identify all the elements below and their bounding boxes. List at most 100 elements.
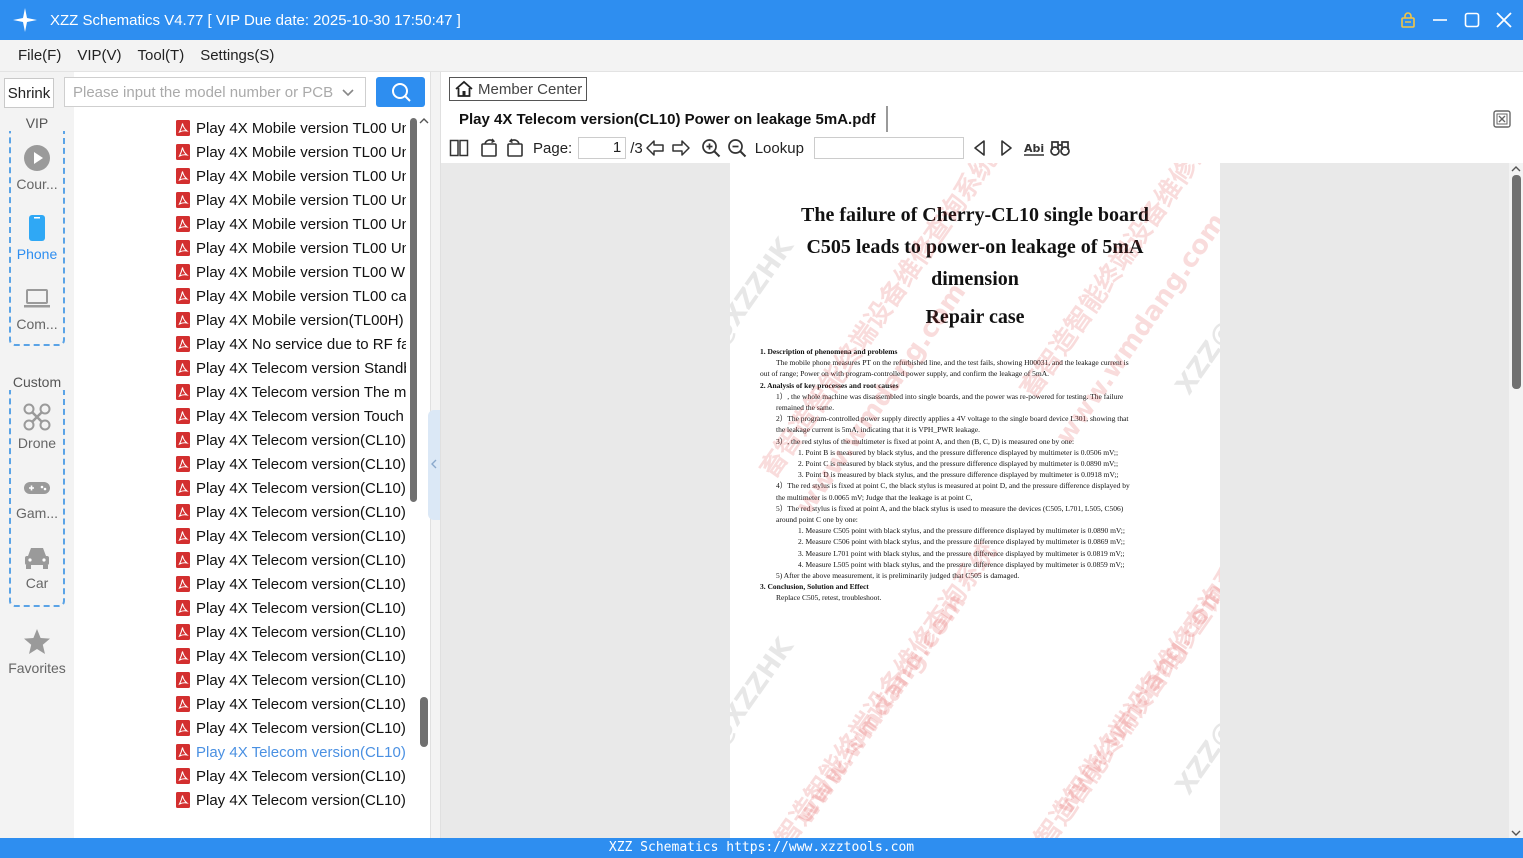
scroll-up-arrow-icon[interactable] [1510, 164, 1522, 174]
pdf-file-icon [176, 456, 190, 472]
file-list-item[interactable]: Play 4X Mobile version(TL00H) I [176, 308, 406, 332]
menu-settings[interactable]: Settings(S) [200, 47, 274, 64]
close-tab-icon[interactable] [1493, 110, 1511, 128]
nav-favorites[interactable]: Favorites [0, 628, 74, 676]
pdf-file-icon [176, 552, 190, 568]
menu-file[interactable]: File(F) [18, 47, 61, 64]
previous-page-arrow-icon[interactable] [645, 138, 665, 158]
page-number-input[interactable]: 1 [578, 137, 627, 159]
file-list-item[interactable]: Play 4X Telecom version Touch [176, 404, 406, 428]
member-center-button[interactable]: Member Center [449, 77, 587, 101]
binoculars-icon[interactable] [1050, 138, 1070, 158]
minimize-button[interactable] [1431, 11, 1449, 29]
lookup-input[interactable] [813, 137, 964, 159]
file-list-item[interactable]: Play 4X Telecom version(CL10) I [176, 644, 406, 668]
file-list-item[interactable]: Play 4X Mobile version TL00 Un [176, 188, 406, 212]
file-list-item[interactable]: Play 4X Telecom version(CL10) ( [176, 452, 406, 476]
file-list-item[interactable]: Play 4X Telecom version(CL10) I [176, 620, 406, 644]
zoom-in-icon[interactable] [701, 138, 721, 158]
file-list-item[interactable]: Play 4X Telecom version(CL10) S [176, 764, 406, 788]
pdf-file-icon [176, 744, 190, 760]
collapse-handle[interactable] [428, 410, 440, 520]
file-list-item[interactable]: Play 4X Telecom version(CL10) ( [176, 476, 406, 500]
gamepad-icon [24, 482, 50, 494]
lock-icon[interactable] [1399, 11, 1417, 29]
pdf-file-icon [176, 600, 190, 616]
zoom-out-icon[interactable] [727, 138, 747, 158]
match-case-icon[interactable]: Abi [1023, 138, 1044, 158]
pdf-file-icon [176, 768, 190, 784]
file-list-item[interactable]: Play 4X Mobile version TL00 Un [176, 212, 406, 236]
custom-group-label: Custom [0, 374, 74, 390]
file-list-item[interactable]: Play 4X Telecom version The ma [176, 380, 406, 404]
file-list-item[interactable]: Play 4X Mobile version TL00 Un [176, 164, 406, 188]
doc-text-line: the leakage current is 5mA, indicating t… [776, 425, 980, 435]
menu-tool[interactable]: Tool(T) [138, 47, 185, 64]
document-tab[interactable]: Play 4X Telecom version(CL10) Power on l… [449, 106, 888, 132]
doc-text-line: around point C one by one: [776, 515, 858, 525]
pdf-page: The failure of Cherry-CL10 single board … [730, 163, 1220, 838]
file-list-item[interactable]: Play 4X Telecom version(CL10) I [176, 668, 406, 692]
file-list-item[interactable]: Play 4X Telecom version(CL10) I [176, 692, 406, 716]
pdf-file-icon [176, 168, 190, 184]
file-list-item[interactable]: Play 4X Mobile version TL00 Un [176, 116, 406, 140]
file-list-item[interactable]: Play 4X Telecom version(CL10) I [176, 428, 406, 452]
file-list: Play 4X Mobile version TL00 Un Play 4X Mo… [74, 112, 430, 838]
maximize-button[interactable] [1463, 11, 1481, 29]
file-list-scrollbar[interactable] [410, 118, 417, 502]
pdf-file-icon [176, 528, 190, 544]
file-list-item[interactable]: Play 4X Telecom version(CL10) I [176, 716, 406, 740]
scroll-down-arrow-icon[interactable] [1510, 828, 1522, 838]
file-list-item[interactable]: Play 4X Mobile version TL00 Un [176, 236, 406, 260]
close-button[interactable] [1495, 11, 1513, 29]
file-list-item[interactable]: Play 4X Mobile version TL00 car [176, 284, 406, 308]
rotate-left-icon[interactable] [479, 138, 499, 158]
pdf-toolbar: Page: 1 /3 Lookup Abi [441, 134, 1523, 162]
pdf-file-icon [176, 192, 190, 208]
nav-phone[interactable]: Phone [0, 214, 74, 262]
pdf-file-icon [176, 672, 190, 688]
find-next-icon[interactable] [996, 138, 1016, 158]
nav-courses[interactable]: Cour... [0, 144, 74, 192]
file-list-item[interactable]: Play 4X Telecom version Standb [176, 356, 406, 380]
file-list-item[interactable]: Play 4X Telecom version(CL10) I [176, 572, 406, 596]
pdf-file-icon [176, 264, 190, 280]
pdf-file-icon [176, 504, 190, 520]
file-list-item[interactable]: Play 4X Telecom version(CL10) T [176, 788, 406, 812]
file-list-item[interactable]: Play 4X Telecom version(CL10) I [176, 548, 406, 572]
watermark-text: XZZ@XZZHK [730, 632, 800, 801]
nav-computer[interactable]: Com... [0, 284, 74, 332]
file-list-item[interactable]: Play 4X Telecom version(CL10) S [176, 740, 406, 764]
two-page-view-icon[interactable] [449, 138, 469, 158]
pdf-file-icon [176, 648, 190, 664]
search-button[interactable] [376, 77, 425, 107]
file-list-item[interactable]: Play 4X No service due to RF fai [176, 332, 406, 356]
file-list-item[interactable]: Play 4X Mobile version TL00 Un [176, 140, 406, 164]
nav-game[interactable]: Gam... [0, 473, 74, 521]
pdf-viewer[interactable]: The failure of Cherry-CL10 single board … [441, 163, 1509, 838]
pdf-scrollbar-thumb[interactable] [1512, 175, 1521, 389]
page-label: Page: [533, 139, 573, 157]
shrink-button[interactable]: Shrink [4, 78, 54, 108]
nav-car[interactable]: Car [0, 543, 74, 591]
file-list-item[interactable]: Play 4X Telecom version(CL10) I [176, 524, 406, 548]
car-icon [25, 548, 49, 569]
pdf-file-icon [176, 432, 190, 448]
nav-drone[interactable]: Drone [0, 403, 74, 451]
rotate-right-icon[interactable] [505, 138, 525, 158]
file-list-item[interactable]: Play 4X Telecom version(CL10) I [176, 596, 406, 620]
file-list-item[interactable]: Play 4X Mobile version TL00 Wi [176, 260, 406, 284]
chevron-down-icon[interactable] [341, 86, 355, 100]
status-bar: XZZ Schematics https://www.xzztools.com [0, 838, 1523, 858]
find-previous-icon[interactable] [970, 138, 990, 158]
pdf-file-icon [176, 480, 190, 496]
page-total: /3 [630, 139, 643, 157]
next-page-arrow-icon[interactable] [671, 138, 691, 158]
file-list-scrollbar-secondary[interactable] [420, 697, 428, 747]
model-search-input[interactable]: Please input the model number or PCB [64, 77, 366, 107]
pdf-file-icon [176, 312, 190, 328]
menu-vip[interactable]: VIP(V) [77, 47, 121, 64]
file-list-item[interactable]: Play 4X Telecom version(CL10) I [176, 500, 406, 524]
pdf-file-icon [176, 120, 190, 136]
scroll-up-arrow-icon[interactable] [418, 116, 430, 126]
